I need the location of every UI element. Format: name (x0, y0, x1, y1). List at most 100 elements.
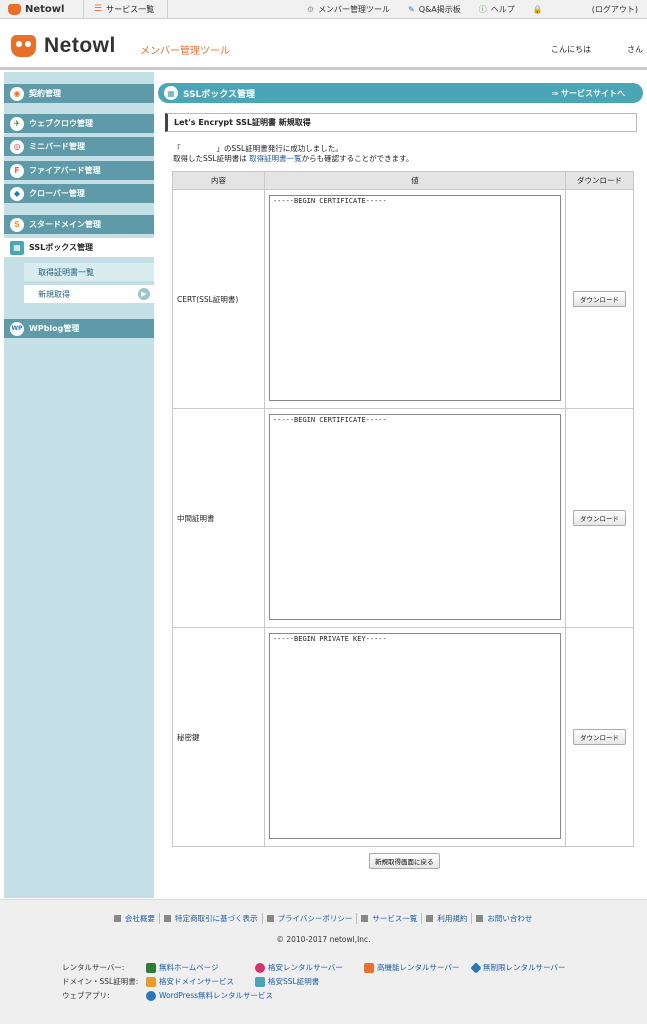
footer-service-free-homepage[interactable]: 無料ホームページ (146, 962, 219, 973)
stardomain-icon (146, 976, 156, 987)
wordpress-icon: WP (10, 321, 24, 336)
cert-textarea[interactable]: -----BEGIN CERTIFICATE----- (268, 195, 561, 401)
footer-link-label: 特定商取引に基づく表示 (175, 914, 258, 923)
footer-link-privacy[interactable]: プライバシーポリシー (263, 913, 358, 924)
sidebar-item-sslbox[interactable]: ▦ SSLボックス管理 (4, 238, 154, 257)
owl-logo-icon (8, 3, 21, 15)
sidebar-item-label: ウェブクロウ管理 (29, 119, 93, 128)
square-bullet-icon (266, 915, 274, 922)
topbar-logo-text: Netowl (25, 3, 65, 15)
section-title: SSLボックス管理 (183, 89, 256, 100)
sidebar-item-minibird[interactable]: ◎ ミニバード管理 (4, 137, 154, 156)
footer-service-ssl[interactable]: 格安SSL証明書 (255, 976, 319, 987)
intermediate-cert-textarea[interactable]: -----BEGIN CERTIFICATE----- (268, 414, 561, 620)
sslbox-icon: ▦ (164, 86, 178, 100)
msg-open-bracket: 「 (173, 144, 181, 153)
footer-service-label: 高機能レンタルサーバー (377, 963, 460, 972)
footer-link-terms[interactable]: 利用規約 (422, 913, 473, 924)
qa-board-link[interactable]: ✎ Q&A掲示板 (399, 4, 470, 15)
row-label: 中間証明書 (172, 408, 265, 628)
footer-service-label: 格安SSL証明書 (268, 977, 320, 986)
webcrow-icon (146, 962, 156, 973)
sidebar-subitem-cert-list[interactable]: 取得証明書一覧 (24, 263, 154, 281)
sidebar-item-wpblog[interactable]: WP WPblog管理 (4, 319, 154, 338)
table-row: 中間証明書 -----BEGIN CERTIFICATE----- ダウンロード (172, 408, 635, 628)
square-bullet-icon (164, 915, 171, 922)
download-button[interactable]: ダウンロード (572, 291, 626, 307)
column-header: 内容 (172, 171, 265, 190)
sslbox-icon (255, 976, 265, 987)
sidebar-subitem-label: 新規取得 (38, 289, 70, 299)
sidebar-item-label: スタードメイン管理 (29, 220, 101, 229)
logout-link[interactable]: (ログアウト) (552, 4, 647, 15)
row-download-cell: ダウンロード (564, 189, 635, 409)
footer-service-wordpress[interactable]: WordPress無料レンタルサービス (146, 990, 273, 1001)
header: Netowl メンバー管理ツール こんにちは さん (0, 20, 647, 68)
clover-icon (470, 961, 482, 974)
footer-service-high-rental[interactable]: 高機能レンタルサーバー (364, 962, 459, 973)
service-site-link[interactable]: ⇒ サービスサイトへ (552, 88, 626, 99)
table-header-row: 内容 値 ダウンロード (172, 171, 635, 190)
services-menu-link[interactable]: ☰ サービス一覧 (84, 0, 168, 19)
download-button[interactable]: ダウンロード (572, 510, 626, 526)
greeting-honorific: さん (627, 45, 643, 54)
msg-line1: 」のSSL証明書発行に成功しました。 (216, 144, 343, 153)
firebird-icon (364, 962, 374, 973)
crow-icon: ✈ (10, 116, 24, 131)
footer-service-cheap-rental[interactable]: 格安レンタルサーバー (255, 962, 343, 973)
gear-icon: ⚙ (306, 4, 315, 14)
footer-link-label: 会社概要 (125, 914, 155, 923)
footer-link-company[interactable]: 会社概要 (110, 913, 160, 924)
topbar-logo-link[interactable]: Netowl (0, 0, 84, 19)
footer-link-label: お問い合わせ (487, 914, 533, 923)
lock-icon: 🔒 (532, 5, 543, 14)
sidebar-subitem-new[interactable]: 新規取得 ▶ (24, 285, 154, 303)
list-icon: ☰ (94, 3, 103, 14)
sidebar-item-label: ファイアバード管理 (29, 166, 101, 175)
footer-link-tokushoho[interactable]: 特定商取引に基づく表示 (160, 913, 263, 924)
help-label: ヘルプ (490, 5, 515, 14)
row-label: CERT(SSL証明書) (172, 189, 265, 409)
help-link[interactable]: ⓘ ヘルプ (470, 4, 524, 15)
chevron-right-icon: ▶ (138, 288, 150, 300)
footer-service-unlimited-rental[interactable]: 無制限レンタルサーバー (470, 961, 565, 974)
sidebar-item-webcrow[interactable]: ✈ ウェブクロウ管理 (4, 114, 154, 133)
sidebar-item-clover[interactable]: ◆ クローバー管理 (4, 184, 154, 203)
square-bullet-icon (426, 915, 434, 922)
webapp-label: ウェブアプリ: (62, 991, 110, 1000)
square-bullet-icon (361, 915, 369, 922)
square-bullet-icon (114, 915, 121, 922)
wordpress-icon (146, 990, 156, 1001)
sidebar-item-contract[interactable]: ◉ 契約管理 (4, 84, 154, 103)
firebird-icon: F (10, 163, 24, 178)
domain-label: ドメイン・SSL証明書: (62, 977, 139, 986)
success-message: 「 」のSSL証明書発行に成功しました。 取得したSSL証明書は 取得証明書一覧か… (173, 144, 413, 164)
sidebar-item-label: クローバー管理 (29, 189, 85, 198)
rental-label: レンタルサーバー: (62, 963, 125, 972)
download-button[interactable]: ダウンロード (572, 729, 626, 745)
msg-line2-pre: 取得したSSL証明書は (173, 154, 250, 163)
back-to-new-button[interactable]: 新規取得画面に戻る (369, 853, 440, 869)
footer-link-services[interactable]: サービス一覧 (357, 913, 423, 924)
row-value-cell: -----BEGIN CERTIFICATE----- (263, 189, 566, 409)
sslbox-icon: ▦ (10, 240, 24, 255)
row-download-cell: ダウンロード (564, 627, 635, 847)
row-download-cell: ダウンロード (564, 408, 635, 628)
footer-service-label: 格安レンタルサーバー (268, 963, 343, 972)
sidebar-subitem-label: 取得証明書一覧 (38, 267, 94, 277)
brand-name: Netowl (44, 34, 116, 57)
footer-link-label: プライバシーポリシー (277, 914, 353, 923)
sidebar-item-firebird[interactable]: F ファイアバード管理 (4, 161, 154, 180)
brand-logo[interactable]: Netowl (11, 34, 116, 58)
footer-service-domain[interactable]: 格安ドメインサービス (146, 976, 234, 987)
footer-links: 会社概要 特定商取引に基づく表示 プライバシーポリシー サービス一覧 利用規約 … (110, 913, 536, 924)
sidebar-item-stardomain[interactable]: S スタードメイン管理 (4, 215, 154, 234)
copyright: © 2010-2017 netowl,Inc. (276, 935, 371, 944)
private-key-textarea[interactable]: -----BEGIN PRIVATE KEY----- (268, 633, 561, 839)
header-divider (0, 67, 647, 70)
brand-subtitle: メンバー管理ツール (140, 46, 230, 57)
cert-list-link[interactable]: 取得証明書一覧 (249, 154, 302, 163)
member-tool-link[interactable]: ⚙ メンバー管理ツール (298, 4, 399, 15)
row-value-cell: -----BEGIN CERTIFICATE----- (263, 408, 566, 628)
footer-link-contact[interactable]: お問い合わせ (472, 913, 536, 924)
